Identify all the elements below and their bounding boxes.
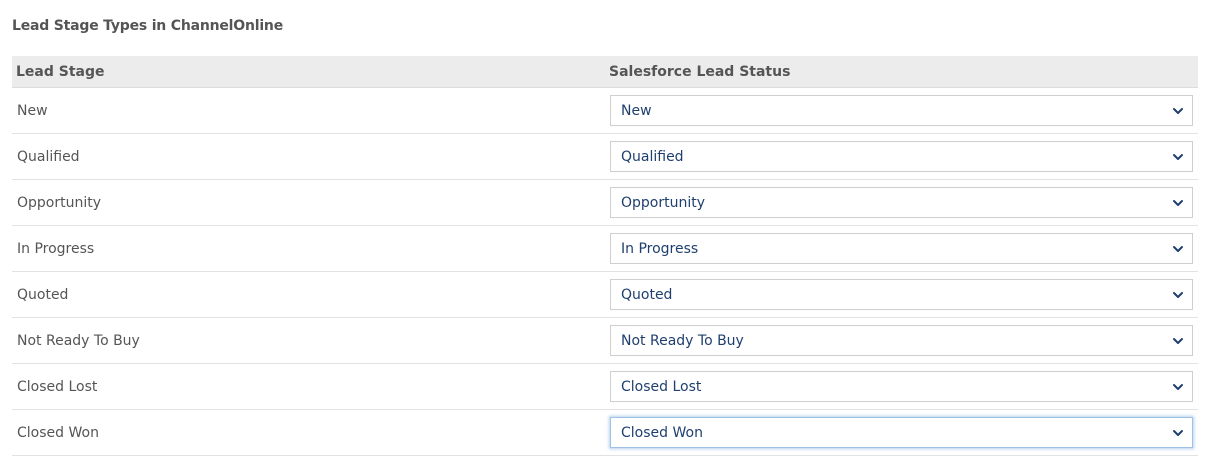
select-value: Quoted [621, 286, 673, 303]
salesforce-status-select[interactable]: Qualified [610, 141, 1193, 172]
table-row: Not Ready To Buy Not Ready To Buy [12, 318, 1198, 364]
salesforce-status-select[interactable]: In Progress [610, 233, 1193, 264]
chevron-down-icon [1173, 154, 1183, 160]
lead-stage-label: Qualified [17, 148, 80, 165]
lead-stage-label: Opportunity [17, 194, 102, 211]
table-row: Closed Won Closed Won [12, 410, 1198, 456]
salesforce-status-select[interactable]: Closed Lost [610, 371, 1193, 402]
salesforce-status-select[interactable]: Quoted [610, 279, 1193, 310]
chevron-down-icon [1173, 292, 1183, 298]
select-value: In Progress [621, 240, 699, 257]
column-header-salesforce-status: Salesforce Lead Status [609, 63, 791, 80]
lead-stage-mapping-table: Lead Stage Salesforce Lead Status New Ne… [12, 56, 1198, 456]
table-row: In Progress In Progress [12, 226, 1198, 272]
table-row: Qualified Qualified [12, 134, 1198, 180]
column-header-lead-stage: Lead Stage [16, 63, 105, 80]
select-value: New [621, 102, 652, 119]
salesforce-status-select[interactable]: Opportunity [610, 187, 1193, 218]
chevron-down-icon [1173, 430, 1183, 436]
chevron-down-icon [1173, 108, 1183, 114]
table-row: Quoted Quoted [12, 272, 1198, 318]
select-value: Qualified [621, 148, 684, 165]
lead-stage-label: Closed Lost [17, 378, 98, 395]
lead-stage-label: Closed Won [17, 424, 99, 441]
select-value: Not Ready To Buy [621, 332, 744, 349]
chevron-down-icon [1173, 200, 1183, 206]
salesforce-status-select[interactable]: Not Ready To Buy [610, 325, 1193, 356]
table-row: Opportunity Opportunity [12, 180, 1198, 226]
table-row: New New [12, 88, 1198, 134]
table-row: Closed Lost Closed Lost [12, 364, 1198, 410]
salesforce-status-select[interactable]: Closed Won [610, 417, 1193, 448]
select-value: Closed Lost [621, 378, 702, 395]
chevron-down-icon [1173, 384, 1183, 390]
lead-stage-label: In Progress [17, 240, 95, 257]
select-value: Closed Won [621, 424, 703, 441]
page-title: Lead Stage Types in ChannelOnline [12, 18, 283, 34]
chevron-down-icon [1173, 246, 1183, 252]
lead-stage-label: Not Ready To Buy [17, 332, 140, 349]
chevron-down-icon [1173, 338, 1183, 344]
salesforce-status-select[interactable]: New [610, 95, 1193, 126]
table-header: Lead Stage Salesforce Lead Status [12, 56, 1198, 88]
lead-stage-label: New [17, 102, 48, 119]
lead-stage-label: Quoted [17, 286, 69, 303]
select-value: Opportunity [621, 194, 706, 211]
